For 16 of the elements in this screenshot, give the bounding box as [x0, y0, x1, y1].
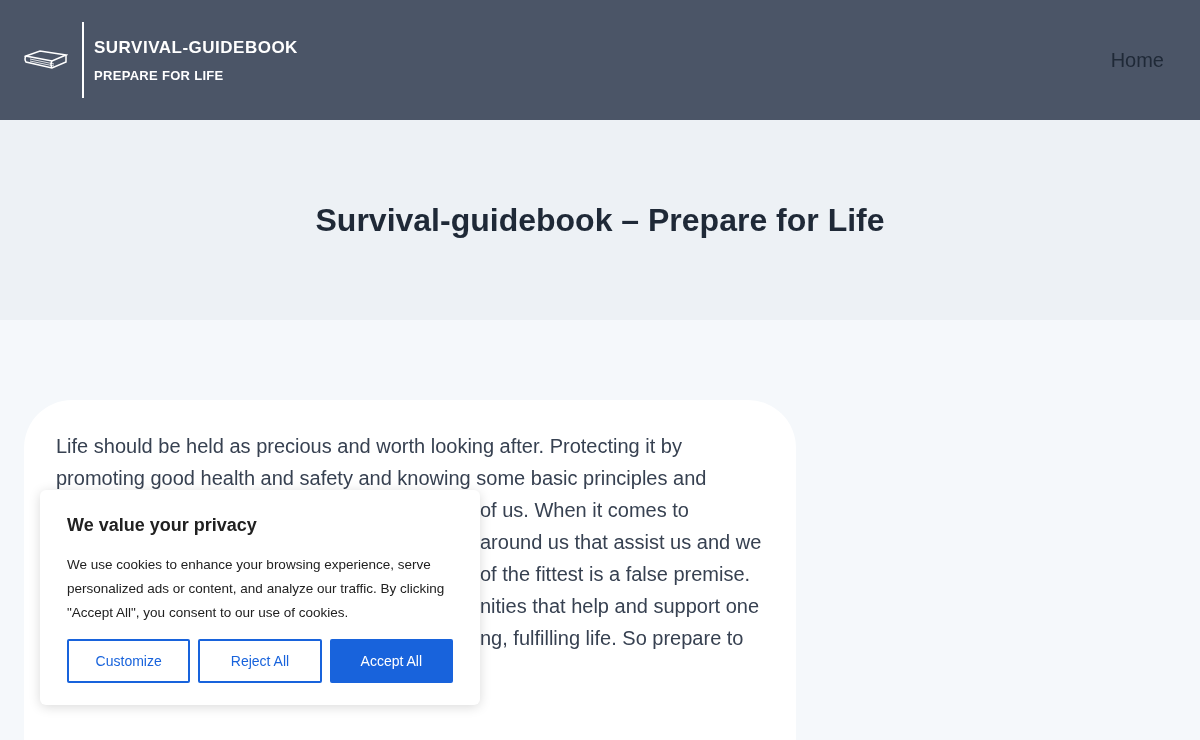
cookie-button[interactable]: Customize — [67, 639, 191, 683]
paragraph-line: of us. When it comes to — [480, 498, 689, 523]
logo-title: SURVIVAL-GUIDEBOOK — [94, 36, 298, 59]
page-title: Survival-guidebook – Prepare for Life — [315, 201, 885, 240]
banner-message: We use cookies to enhance your browsing experience, serve personalized ads or content, and analyze our traffic. By clicking "Accept All", you consent to our use of cookies. — [67, 556, 446, 622]
paragraph-line: nities that help and support one — [480, 594, 760, 619]
paragraph-line: promoting good health and safety and knowing some basic principles and — [56, 466, 707, 491]
paragraph-line: around us that assist us and we — [480, 530, 762, 555]
cookie-button[interactable]: Accept All — [329, 639, 453, 683]
paragraph-line: of the fittest is a false premise. — [480, 562, 751, 587]
paragraph-line: ng, fulfilling life. So prepare to — [480, 626, 744, 651]
banner-title: We value your privacy — [67, 514, 258, 537]
logo-tagline: PREPARE FOR LIFE — [94, 67, 225, 85]
cookie-button[interactable]: Reject All — [198, 639, 322, 683]
paragraph-line: Life should be held as precious and worth looking after. Protecting it by — [56, 434, 682, 459]
book-icon — [24, 50, 68, 70]
